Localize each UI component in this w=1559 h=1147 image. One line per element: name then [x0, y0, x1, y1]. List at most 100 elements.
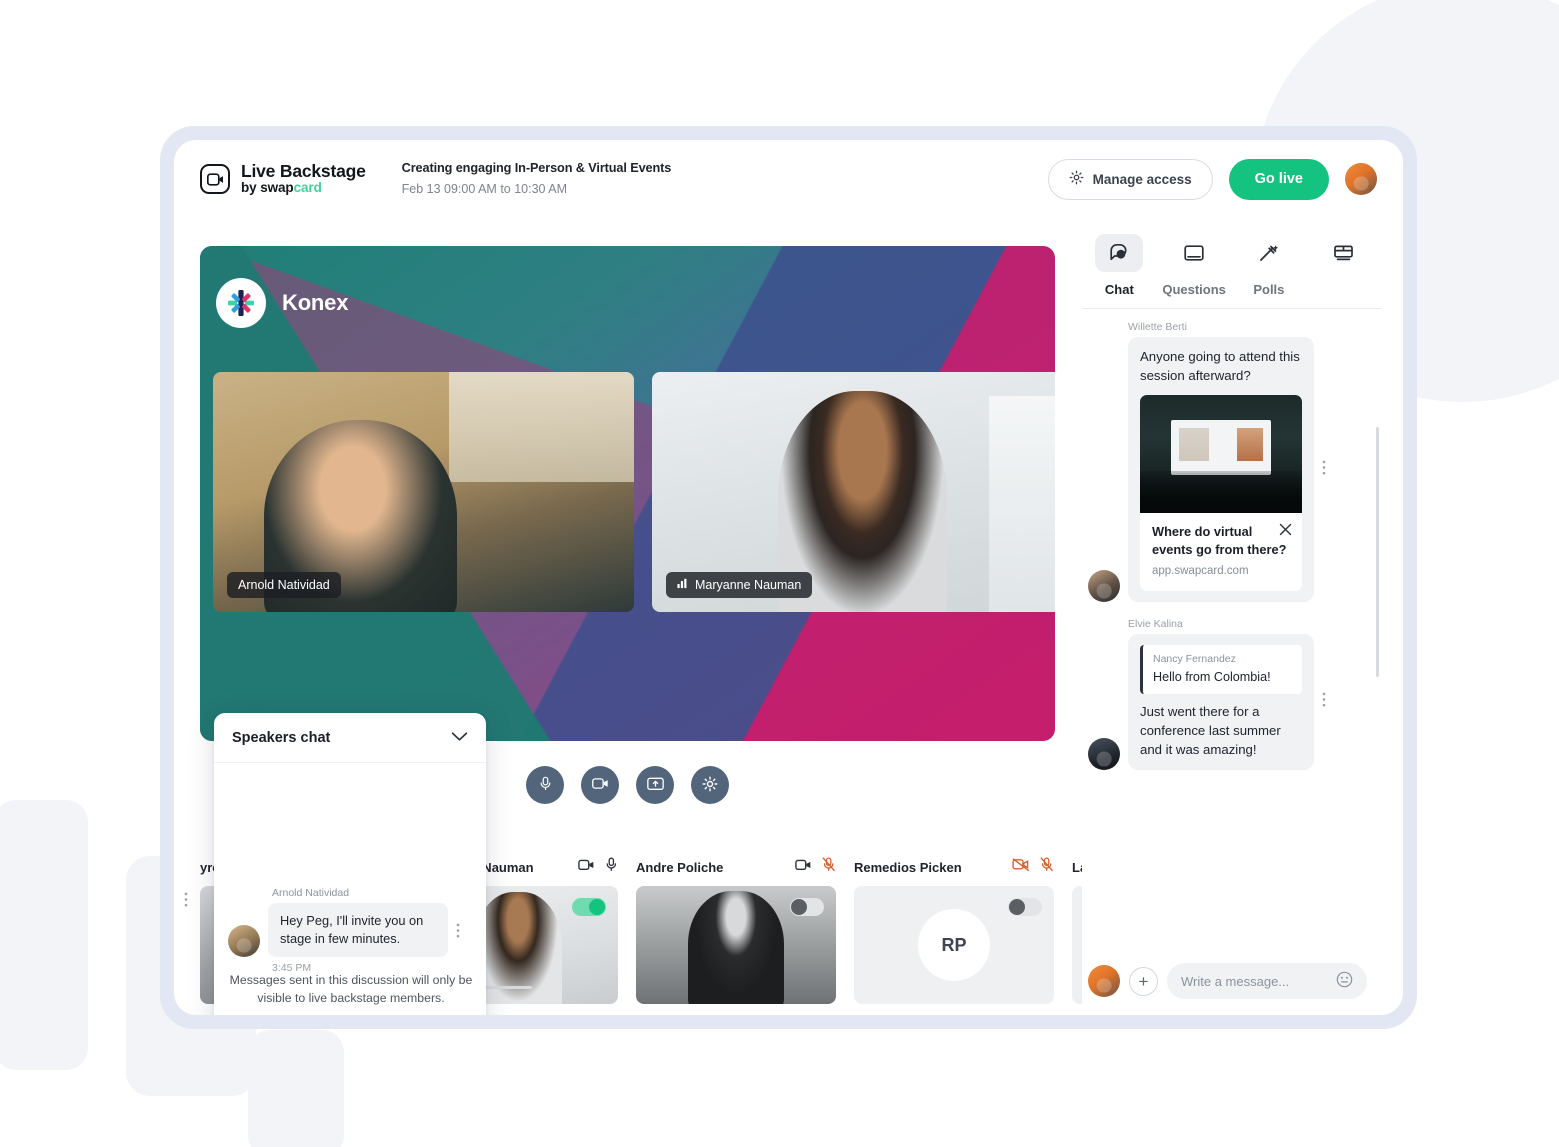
close-icon[interactable]: [1279, 523, 1292, 542]
message-bubble: Anyone going to attend this session afte…: [1128, 337, 1314, 603]
chat-scrollbar[interactable]: [1376, 427, 1379, 677]
konex-logo-icon: [216, 278, 266, 328]
audio-level-icon: [677, 578, 688, 592]
link-preview-card[interactable]: Where do virtual events go from there? a…: [1140, 395, 1302, 592]
link-preview-title: Where do virtual events go from there?: [1152, 524, 1287, 557]
chat-panel: Chat Questions Polls Willette Berti Anyo…: [1082, 218, 1381, 1015]
decorative-shape-bottom: [248, 1030, 344, 1147]
chat-message-list[interactable]: Willette Berti Anyone going to attend th…: [1082, 309, 1381, 953]
manage-access-label: Manage access: [1092, 171, 1192, 187]
speaker-tiles: Arnold Natividad Maryanne Nauman: [213, 372, 1055, 612]
tab-chat[interactable]: Chat: [1082, 234, 1157, 308]
tab-table[interactable]: [1306, 234, 1381, 308]
quote-text: Hello from Colombia!: [1153, 670, 1271, 685]
quoted-message: Nancy Fernandez Hello from Colombia!: [1140, 645, 1302, 695]
microphone-off-icon[interactable]: [822, 857, 836, 877]
participant-thumbnail: [636, 886, 836, 1004]
more-vertical-icon[interactable]: [1322, 692, 1326, 712]
speakers-chat-body: Arnold Natividad Hey Peg, I'll invite yo…: [214, 763, 486, 1015]
message-text: Hey Peg, I'll invite you on stage in few…: [268, 902, 448, 957]
go-live-button[interactable]: Go live: [1228, 158, 1329, 200]
quote-author: Nancy Fernandez: [1153, 653, 1236, 666]
link-preview-url: app.swapcard.com: [1152, 565, 1249, 577]
participant-thumbnail: [1072, 886, 1082, 1004]
participant-card[interactable]: Remedios Picken RP: [854, 848, 1054, 1015]
more-vertical-icon[interactable]: [1322, 460, 1326, 480]
participant-card[interactable]: Andre Poliche: [636, 848, 836, 1015]
header-actions: Manage access Go live: [1047, 158, 1377, 200]
settings-button[interactable]: [691, 766, 729, 804]
gear-icon: [1069, 170, 1084, 188]
speaker-tile-label: Maryanne Nauman: [666, 572, 813, 598]
tab-questions-label: Questions: [1162, 282, 1226, 297]
camera-icon[interactable]: [795, 858, 812, 876]
participant-header: Remedios Picken: [854, 848, 1054, 886]
screenshot-root: Live Backstage by swapcard Creating enga…: [0, 0, 1559, 1147]
microphone-icon[interactable]: [605, 857, 618, 877]
more-vertical-icon[interactable]: [184, 892, 188, 912]
camera-icon[interactable]: [578, 858, 595, 876]
participant-stage-toggle[interactable]: [572, 898, 606, 916]
chat-composer: + Write a message...: [1082, 953, 1381, 1015]
message-author: Elvie Kalina: [1128, 618, 1183, 631]
tab-chat-label: Chat: [1104, 282, 1134, 297]
participant-name: Lashay Linz: [1072, 859, 1082, 875]
add-attachment-button[interactable]: +: [1129, 966, 1158, 996]
brand-title: Live Backstage: [241, 161, 366, 182]
app-window: Live Backstage by swapcard Creating enga…: [174, 140, 1403, 1015]
message-text: Anyone going to attend this session afte…: [1140, 349, 1300, 383]
tile-label-text: Maryanne Nauman: [695, 578, 802, 592]
manage-access-button[interactable]: Manage access: [1047, 158, 1213, 200]
message-author: Willette Berti: [1128, 321, 1187, 333]
speakers-chat-message: Arnold Natividad Hey Peg, I'll invite yo…: [228, 887, 476, 974]
session-info: Creating engaging In-Person & Virtual Ev…: [402, 160, 672, 197]
share-screen-icon: [646, 777, 664, 794]
tab-questions[interactable]: Questions: [1157, 234, 1232, 308]
tab-polls[interactable]: Polls: [1232, 234, 1307, 308]
emoji-icon[interactable]: [1336, 971, 1353, 991]
chevron-down-icon[interactable]: [451, 729, 468, 747]
chat-message-input[interactable]: Write a message...: [1167, 963, 1367, 999]
participant-name: Andre Poliche: [636, 859, 724, 875]
microphone-icon: [538, 776, 553, 794]
microphone-off-icon[interactable]: [1040, 857, 1054, 877]
participant-thumbnail: RP: [854, 886, 1054, 1004]
share-screen-button[interactable]: [636, 766, 674, 804]
participant-status-icons: [1012, 857, 1054, 877]
chat-message: Willette Berti Anyone going to attend th…: [1082, 321, 1381, 618]
chat-message: Elvie Kalina Nancy Fernandez Hello from …: [1082, 618, 1381, 786]
message-text: Just went there for a conference last su…: [1140, 704, 1281, 757]
stage-column: Konex Arnold Natividad Maryanne Nauman y…: [174, 218, 1082, 1015]
speaker-tile-maryanne[interactable]: Maryanne Nauman: [652, 372, 1055, 612]
message-bubble: Nancy Fernandez Hello from Colombia! Jus…: [1128, 634, 1314, 771]
user-avatar[interactable]: [1345, 163, 1377, 195]
participant-status-icons: [578, 857, 618, 877]
speaker-tile-arnold[interactable]: Arnold Natividad: [213, 372, 634, 612]
main-content: Konex Arnold Natividad Maryanne Nauman y…: [174, 218, 1403, 1015]
participant-stage-toggle[interactable]: [1008, 898, 1042, 916]
video-camera-icon: [200, 164, 230, 194]
stage-branding: Konex: [216, 278, 348, 328]
avatar: [228, 925, 260, 957]
video-stage: Konex Arnold Natividad Maryanne Nauman: [200, 246, 1055, 741]
avatar: [1088, 738, 1120, 771]
speakers-chat-note: Messages sent in this discussion will on…: [229, 973, 473, 1006]
participant-status-icons: [795, 857, 836, 877]
participant-stage-toggle[interactable]: [790, 898, 824, 916]
camera-icon: [591, 777, 609, 793]
speakers-chat-title: Speakers chat: [232, 729, 331, 746]
avatar: [1088, 570, 1120, 603]
decorative-shape-left: [0, 800, 88, 1070]
participant-card[interactable]: Lashay Linz: [1072, 848, 1082, 1015]
microphone-button[interactable]: [526, 766, 564, 804]
chat-bubble-icon: [1095, 234, 1144, 272]
camera-off-icon[interactable]: [1012, 858, 1030, 876]
session-time: Feb 13 09:00 AM to 10:30 AM: [401, 181, 568, 196]
chat-panel-tabs: Chat Questions Polls: [1082, 218, 1381, 309]
camera-button[interactable]: [581, 766, 619, 804]
brand-subtitle: by swapcard: [241, 180, 322, 196]
participant-header: Andre Poliche: [636, 848, 836, 886]
tab-polls-label: Polls: [1253, 282, 1285, 297]
more-vertical-icon[interactable]: [456, 923, 460, 943]
participant-name: Remedios Picken: [854, 859, 962, 875]
